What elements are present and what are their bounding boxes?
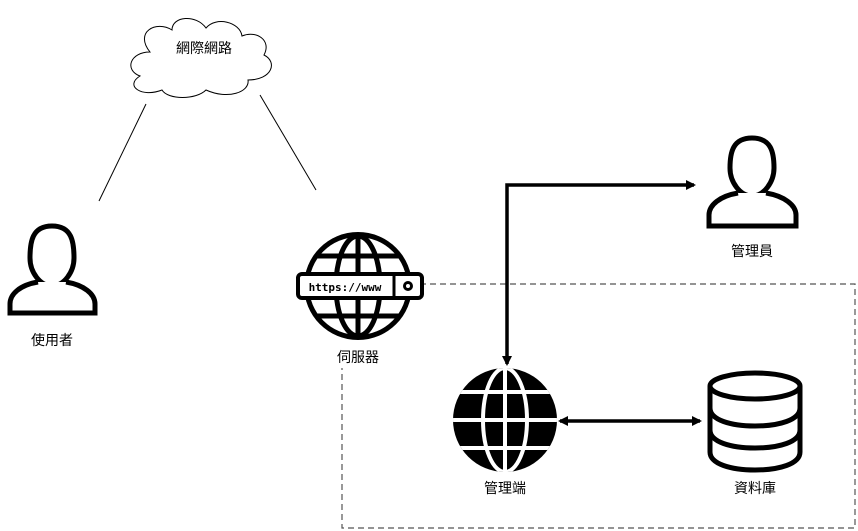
diagram-canvas: 網際網路 使用者 https://www 伺服器 管理員 管理端 資料庫	[7, 18, 856, 529]
admin-person-label: 管理員	[731, 244, 773, 260]
database-icon	[707, 370, 803, 473]
server-url-text: https://www	[309, 281, 382, 294]
internet-label: 網際網路	[176, 41, 232, 57]
edge-internet-server	[259, 94, 317, 191]
user-icon	[706, 135, 799, 229]
server-node: https://www 伺服器	[296, 232, 424, 366]
edge-internet-user	[98, 103, 147, 202]
cloud-icon	[130, 18, 272, 98]
database-node: 資料庫	[707, 370, 803, 497]
user-icon	[7, 223, 98, 316]
database-label: 資料庫	[734, 480, 776, 497]
user-label: 使用者	[31, 332, 73, 349]
internet-cloud-node: 網際網路	[130, 18, 272, 98]
admin-person-node: 管理員	[706, 135, 799, 260]
globe-https-icon: https://www	[296, 232, 424, 340]
edge-portal-admin	[502, 180, 696, 366]
admin-portal-node: 管理端	[453, 368, 557, 497]
server-label: 伺服器	[337, 350, 379, 366]
globe-icon	[453, 368, 557, 472]
user-node: 使用者	[7, 223, 98, 349]
admin-portal-label: 管理端	[484, 481, 526, 497]
